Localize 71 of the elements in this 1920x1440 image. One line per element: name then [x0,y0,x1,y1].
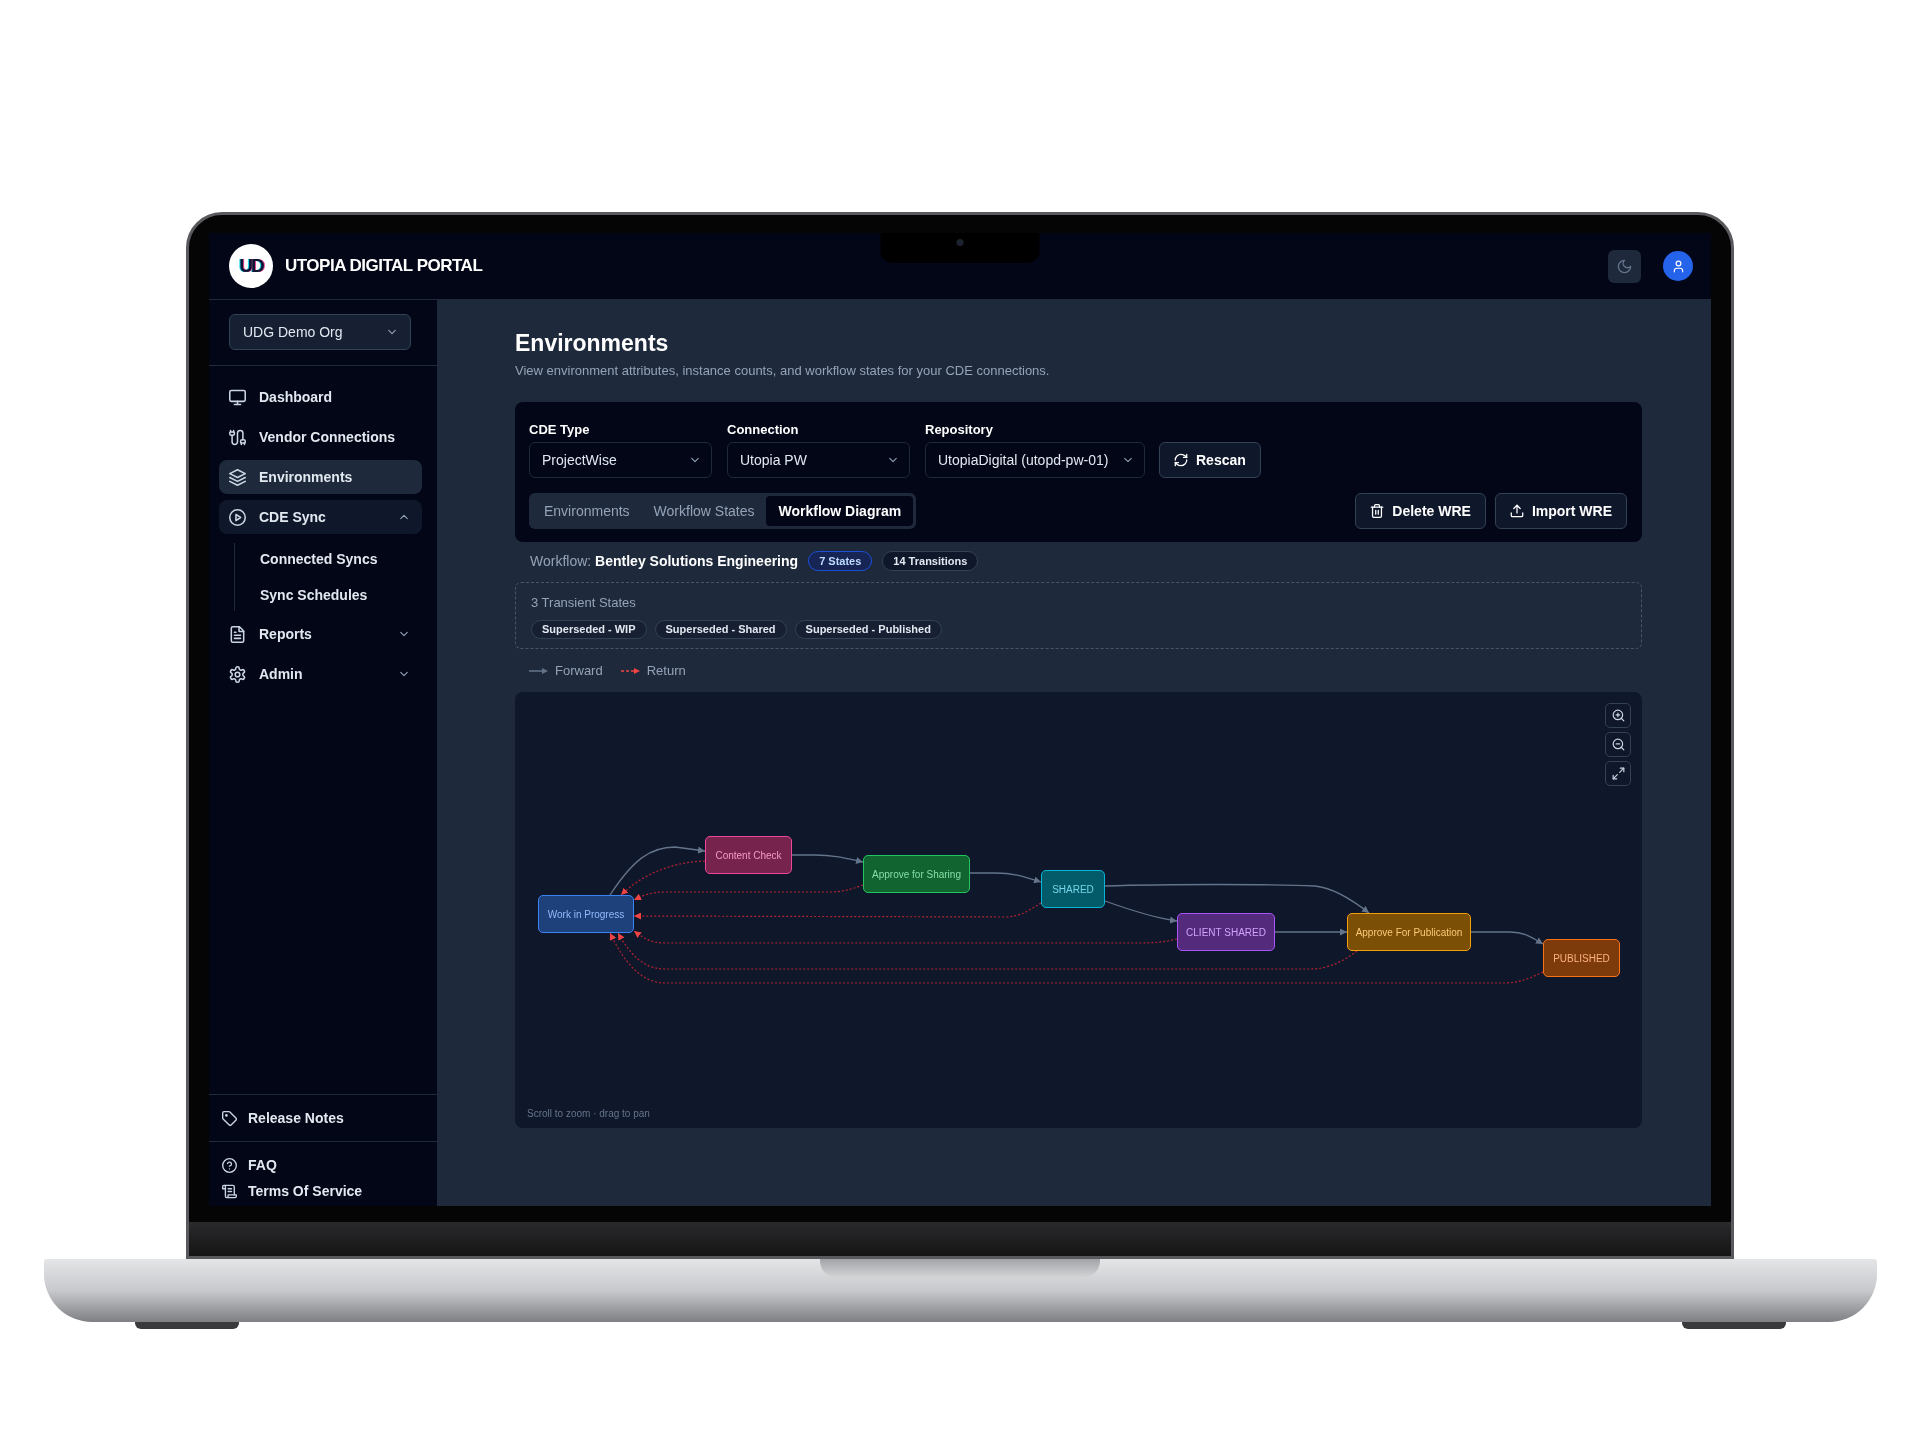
file-text-icon [229,625,246,643]
connection-select[interactable]: Utopia PW [727,442,910,478]
tab[interactable]: Workflow States [641,496,767,526]
nav-subitem[interactable]: Connected Syncs [245,543,422,575]
camera-icon [956,239,964,246]
legend-label: Return [646,662,686,681]
refresh-icon [1174,453,1188,467]
app-logo: UD [229,244,273,288]
page-subtitle: View environment attributes, instance counts, and workflow states for your CDE connections. [515,362,1051,380]
settings-icon [229,665,246,683]
theme-toggle-button[interactable] [1608,249,1641,283]
zoom-in-button[interactable] [1605,703,1631,728]
footer-link[interactable]: FAQ [222,1154,437,1176]
delete-wre-button[interactable]: Delete WRE [1355,493,1486,529]
app-title: UTOPIA DIGITAL PORTAL [285,255,483,278]
nav-item[interactable]: CDE Sync [219,500,422,534]
workflow-state-node: Approve For Publication [1347,913,1471,951]
cable-icon [229,428,246,446]
nav-subitem[interactable]: Sync Schedules [245,579,422,611]
monitor-icon [229,388,246,406]
workflow-state-node: PUBLISHED [1543,939,1620,977]
workflow-state-node: Work in Progress [538,895,634,933]
user-icon [1671,259,1685,273]
org-select[interactable]: UDG Demo Org [229,314,411,350]
user-avatar-button[interactable] [1663,251,1693,281]
legend-label: Forward [555,662,603,681]
workflow-label: Workflow: Bentley Solutions Engineering [530,551,799,571]
workflow-state-node: Content Check [705,836,792,874]
cde-type-select[interactable]: ProjectWise [529,442,712,478]
workflow-state-node: Approve for Sharing [863,855,970,893]
nav-item[interactable]: Environments [219,460,422,494]
diagram-canvas[interactable]: Work in Progress Content Check Approve for Sharing SHARED CLIENT SHARED Approve For Publication PUBLISHED Scroll to zoom · drag to pan [515,692,1642,1128]
upload-icon [1509,504,1524,518]
tag-icon [222,1110,237,1126]
page-title: Environments [515,329,670,358]
return-arrow-icon [620,667,640,675]
zoom-out-button[interactable] [1605,732,1631,757]
scroll-icon [222,1183,237,1199]
nav-item[interactable]: Vendor Connections [219,420,422,454]
nav-item[interactable]: Dashboard [219,380,422,414]
workflow-state-node: SHARED [1041,870,1105,908]
repository-select[interactable]: UtopiaDigital (utopd-pw-01) [925,442,1145,478]
fit-view-button[interactable] [1605,761,1631,786]
nav-item[interactable]: Reports [219,617,422,651]
moon-icon [1617,258,1632,274]
trash-icon [1370,504,1385,518]
import-wre-button[interactable]: Import WRE [1494,493,1627,529]
transient-states-title: 3 Transient States [531,595,637,611]
field-label: Connection [727,422,800,438]
workflow-state-node: CLIENT SHARED [1177,913,1275,951]
zoom-out-icon [1611,738,1625,751]
tab[interactable]: Workflow Diagram [766,496,914,526]
zoom-in-icon [1611,709,1625,722]
help-circle-icon [222,1157,237,1173]
footer-link[interactable]: Terms Of Service [222,1180,437,1202]
expand-icon [1611,767,1625,780]
forward-arrow-icon [529,667,548,675]
transient-state-chip: Superseded - Shared [654,620,787,639]
transient-state-chip: Superseded - Published [794,620,942,639]
layers-icon [229,468,246,486]
field-label: Repository [925,422,994,438]
field-label: CDE Type [529,422,591,438]
count-badge: 7 States [808,551,873,571]
rescan-button[interactable]: Rescan [1159,442,1261,478]
nav-item[interactable]: Admin [219,657,422,691]
transient-state-chip: Superseded - WIP [531,620,647,639]
count-badge: 14 Transitions [882,551,979,571]
play-circle-icon [229,508,246,526]
footer-link[interactable]: Release Notes [222,1107,437,1129]
tab[interactable]: Environments [532,496,642,526]
canvas-hint: Scroll to zoom · drag to pan [527,1107,650,1121]
